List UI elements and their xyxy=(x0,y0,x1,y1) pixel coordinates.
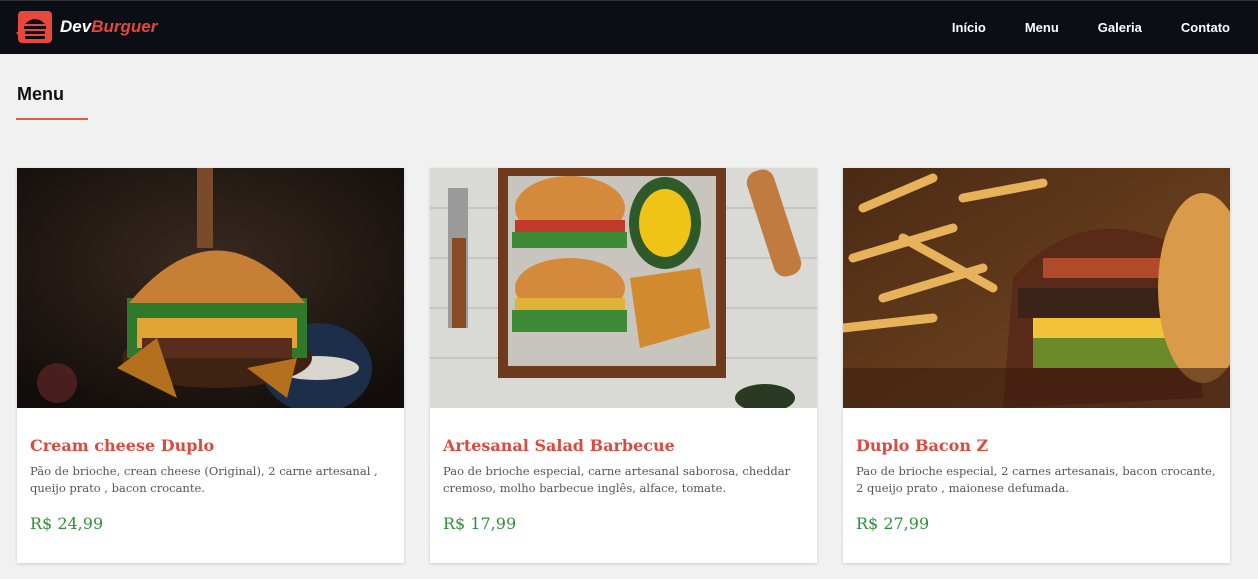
nav-link-galeria[interactable]: Galeria xyxy=(1098,20,1142,35)
nav-link-menu[interactable]: Menu xyxy=(1025,20,1059,35)
card-title: Artesanal Salad Barbecue xyxy=(443,436,675,455)
title-underline xyxy=(16,118,88,120)
card-body: Duplo Bacon Z Pao de brioche especial, 2… xyxy=(856,436,1216,497)
main-nav: Início Menu Galeria Contato xyxy=(952,20,1230,35)
card-description: Pao de brioche especial, 2 carnes artesa… xyxy=(856,464,1216,495)
card-price: R$ 24,99 xyxy=(30,514,104,533)
card-title: Cream cheese Duplo xyxy=(30,436,215,455)
section-title: Menu xyxy=(17,84,64,104)
nav-link-inicio[interactable]: Início xyxy=(952,20,986,35)
card-body: Cream cheese Duplo Pão de brioche, crean… xyxy=(30,436,390,497)
menu-card[interactable]: Cream cheese Duplo Pão de brioche, crean… xyxy=(17,168,404,563)
burger-photo xyxy=(843,168,1230,408)
card-description: Pão de brioche, crean cheese (Original),… xyxy=(30,464,378,495)
menu-card[interactable]: Artesanal Salad Barbecue Pao de brioche … xyxy=(430,168,817,563)
burger-photo xyxy=(17,168,404,408)
menu-card[interactable]: Duplo Bacon Z Pao de brioche especial, 2… xyxy=(843,168,1230,563)
nav-link-contato[interactable]: Contato xyxy=(1181,20,1230,35)
navbar: DevBurguer Início Menu Galeria Contato xyxy=(0,0,1258,54)
card-description: Pao de brioche especial, carne artesanal… xyxy=(443,464,791,495)
card-price: R$ 27,99 xyxy=(856,514,930,533)
card-body: Artesanal Salad Barbecue Pao de brioche … xyxy=(443,436,803,497)
burger-icon[interactable] xyxy=(16,10,54,44)
burger-photo xyxy=(430,168,817,408)
card-price: R$ 17,99 xyxy=(443,514,517,533)
brand-logo-text[interactable]: DevBurguer xyxy=(60,17,157,37)
card-title: Duplo Bacon Z xyxy=(856,436,989,455)
